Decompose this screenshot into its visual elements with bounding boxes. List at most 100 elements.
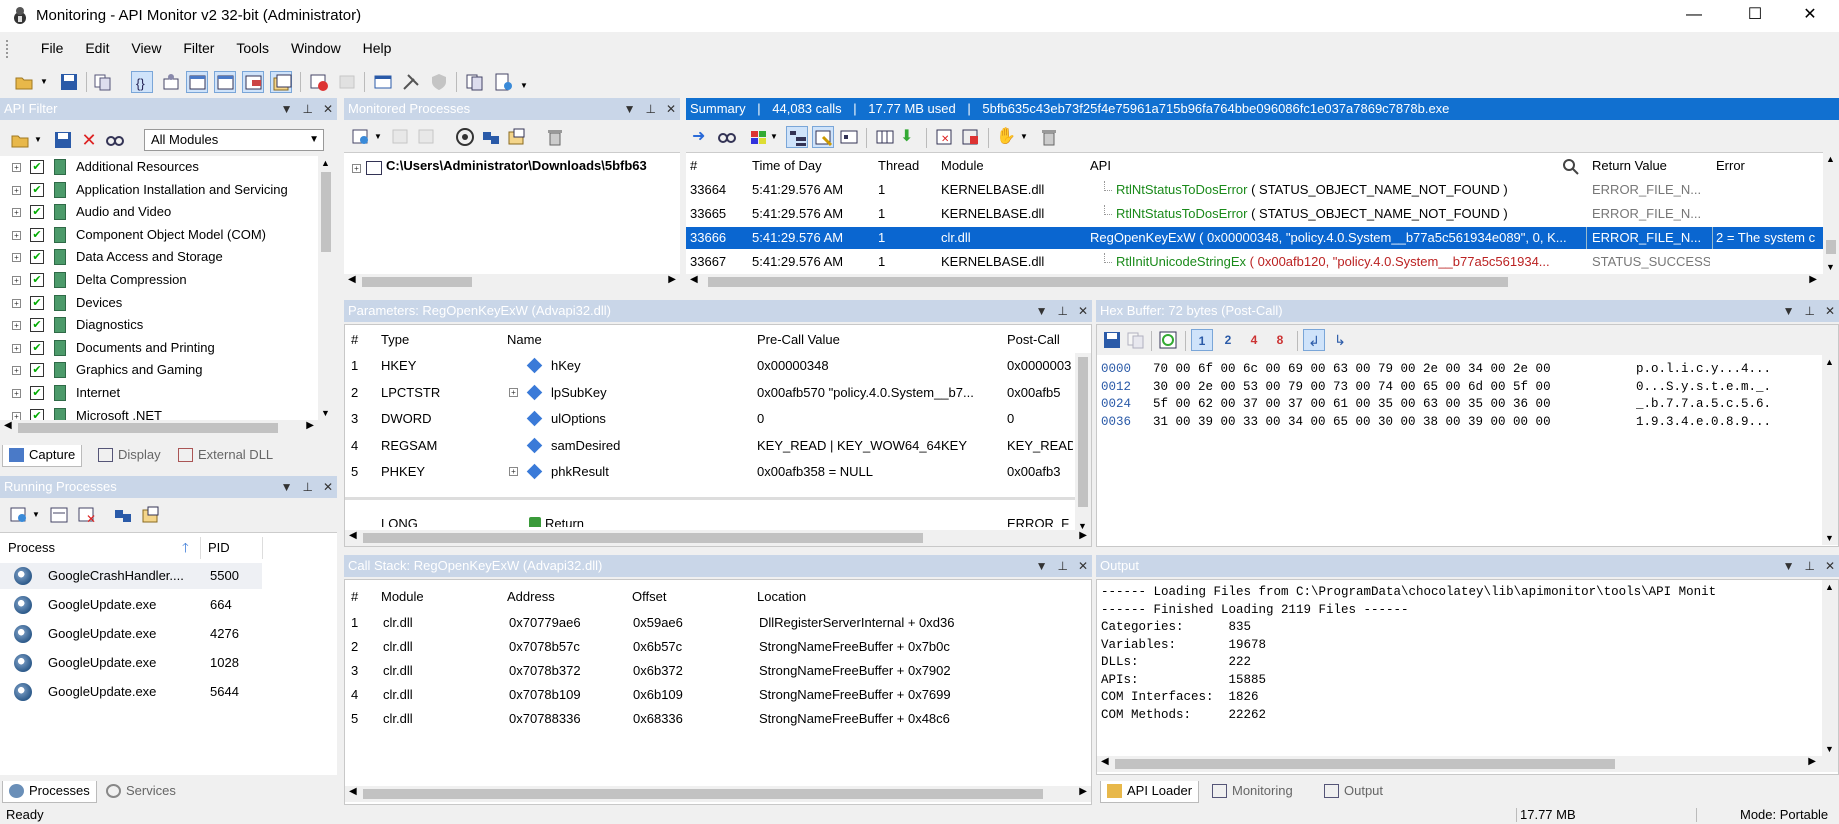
tree-vscroll[interactable]: ▲ ▼ [318,156,334,420]
expand-icon[interactable]: + [12,321,21,331]
expand-icon[interactable]: + [12,411,21,420]
col-thread[interactable]: Thread [878,153,919,179]
summary-props-icon[interactable] [1038,126,1060,148]
hook-icon[interactable] [480,126,502,148]
param-row[interactable]: 3 DWORD ulOptions 0 0 [345,408,1073,430]
collapse-icon[interactable] [838,126,860,148]
monitor-new-icon[interactable] [350,126,372,148]
columns-icon[interactable] [874,126,896,148]
expand-icon[interactable]: + [12,208,21,218]
color-dropdown-icon[interactable]: ▼ [770,126,780,148]
expand-icon[interactable]: + [12,389,21,398]
menu-view[interactable]: View [122,36,170,56]
tree-item[interactable]: + ✔ Application Installation and Servicing [0,179,318,201]
hex-byte2-button[interactable]: 2 [1217,329,1239,351]
pin-icon[interactable]: ⊥ [302,102,312,116]
checkbox[interactable]: ✔ [30,250,44,265]
hex-vscroll[interactable]: ▲ ▼ [1822,355,1838,545]
expand-icon[interactable]: + [12,343,21,353]
export-icon[interactable] [492,71,514,93]
stack-row[interactable]: 1 clr.dll 0x70779ae6 0x59ae6 DllRegisterServ… [345,612,1091,634]
hand-dropdown-icon[interactable]: ▼ [1020,126,1030,148]
process-list-icon[interactable] [48,504,70,526]
panel-dropdown-icon[interactable]: ▼ [281,102,293,116]
tree-item[interactable]: + ✔ Delta Compression [0,269,318,291]
panel-dropdown-icon[interactable]: ▼ [1036,304,1048,318]
panel-dropdown-icon[interactable]: ▼ [1783,304,1795,318]
monitor-dropdown-icon[interactable]: ▼ [374,126,384,148]
output-hscroll[interactable]: ◀ ▶ [1097,756,1838,772]
tree-view-icon[interactable] [786,126,808,148]
call-row[interactable]: 33667 5:41:29.576 AM 1 KERNELBASE.dll RtlIni… [686,251,1823,273]
panel-close-icon[interactable]: ✕ [1078,559,1088,573]
layout2-icon[interactable] [214,71,236,93]
param-row[interactable]: 2 LPCTSTR + lpSubKey 0x00afb570 "policy.4.0.… [345,382,1073,404]
hex-row[interactable]: 0012 30 00 2e 00 53 00 79 00 73 00 74 00 … [1101,379,1821,396]
expand-icon[interactable]: + [12,366,21,376]
copy-icon[interactable] [92,71,114,93]
pin-icon[interactable]: ⊥ [302,480,312,494]
menu-file[interactable]: File [32,36,73,56]
stop-icon[interactable] [308,71,330,93]
expand-icon[interactable]: + [12,253,21,263]
refresh-processes-icon[interactable] [8,504,30,526]
checkbox[interactable]: ✔ [30,318,44,333]
col-api[interactable]: API [1090,153,1111,179]
api-search-icon[interactable] [1562,158,1580,179]
stack-col-address[interactable]: Address [507,584,555,610]
refresh-dropdown-icon[interactable]: ▼ [32,504,42,526]
summary-vscroll[interactable]: ▲ ▼ [1823,152,1839,274]
highlight-icon[interactable] [812,126,834,148]
pin-icon[interactable]: ⊥ [1057,304,1067,318]
monitor-props-icon[interactable] [506,126,528,148]
tab-api-loader[interactable]: API Loader [1100,781,1200,803]
expand-icon[interactable]: + [12,298,21,308]
col-index[interactable]: # [690,153,697,179]
tab-services[interactable]: Services [100,781,182,803]
open-icon[interactable] [14,71,36,93]
panel-close-icon[interactable]: ✕ [1825,304,1835,318]
param-hscroll[interactable]: ◀ ▶ [345,530,1091,546]
save-filter-icon[interactable] [52,129,74,151]
param-row[interactable]: 1 HKEY hKey 0x00000348 0x0000003 [345,355,1073,377]
process-row[interactable]: GoogleUpdate.exe 664 [0,592,262,618]
panel-close-icon[interactable]: ✕ [323,480,333,494]
save-calls-icon[interactable] [960,126,982,148]
param-row[interactable]: 5 PHKEY + phkResult 0x00afb358 = NULL 0x00afb… [345,461,1073,483]
pin-icon[interactable]: ⊥ [1804,559,1814,573]
menu-filter[interactable]: Filter [174,36,223,56]
tools-icon[interactable] [400,71,422,93]
tree-item[interactable]: + ✔ Documents and Printing [0,337,318,359]
expand-icon[interactable]: + [509,387,518,397]
checkbox[interactable]: ✔ [30,205,44,220]
param-col-index[interactable]: # [351,327,358,353]
trash-icon[interactable] [544,126,566,148]
col-return[interactable]: Return Value [1592,153,1667,179]
copy2-icon[interactable] [464,71,486,93]
summary-hscroll[interactable]: ◀ ▶ [686,274,1839,290]
tab-display[interactable]: Display [92,445,167,467]
big-endian-icon[interactable]: ↳ [1329,329,1351,351]
open-dropdown-icon[interactable]: ▼ [40,71,50,93]
param-col-type[interactable]: Type [381,327,409,353]
stack-col-index[interactable]: # [351,584,358,610]
hex-byte8-button[interactable]: 8 [1269,329,1291,351]
col-process[interactable]: Process [8,535,55,561]
hex-refresh-icon[interactable] [1157,329,1179,351]
hex-row[interactable]: 0036 31 00 39 00 33 00 34 00 65 00 30 00 … [1101,414,1821,431]
save-icon[interactable] [58,71,80,93]
checkbox[interactable]: ✔ [30,295,44,310]
output-vscroll[interactable]: ▲ ▼ [1822,580,1838,756]
minimize-button[interactable]: — [1665,0,1723,32]
process-row[interactable]: GoogleUpdate.exe 4276 [0,621,262,647]
col-error[interactable]: Error [1716,153,1745,179]
toolbar-overflow-icon[interactable]: ▼ [520,71,530,93]
tab-capture[interactable]: Capture [2,445,83,467]
open-filter-dropdown-icon[interactable]: ▼ [34,129,44,151]
attach-icon[interactable] [336,71,358,93]
kill-process-icon[interactable]: ✕ [76,504,98,526]
panel-dropdown-icon[interactable]: ▼ [1783,559,1795,573]
tab-monitoring[interactable]: Monitoring [1206,781,1299,803]
expand-icon[interactable]: + [12,163,21,172]
col-pid[interactable]: PID [208,535,230,561]
